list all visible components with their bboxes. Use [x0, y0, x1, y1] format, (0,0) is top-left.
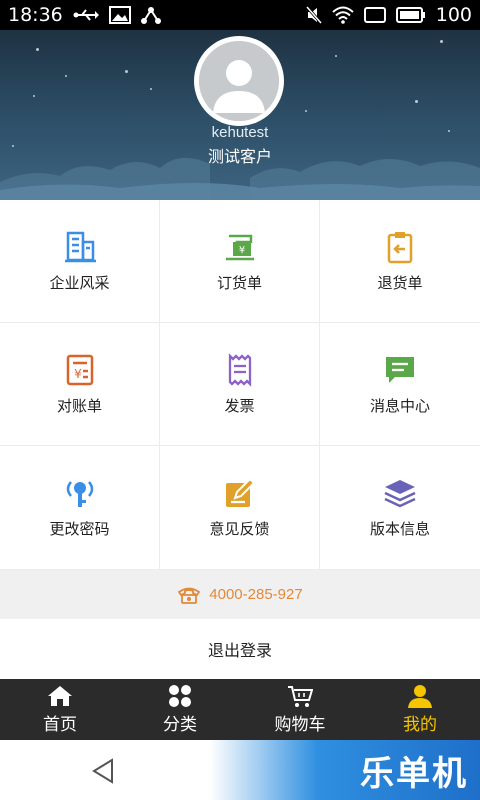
- menu-label: 更改密码: [49, 520, 110, 538]
- default-user-icon: [199, 41, 279, 121]
- nav-mine[interactable]: 我的: [360, 679, 480, 740]
- menu-item-messages[interactable]: 消息中心: [320, 323, 480, 446]
- menu-item-feedback[interactable]: 意见反馈: [160, 446, 320, 570]
- menu-item-invoice[interactable]: 发票: [160, 323, 320, 446]
- menu-item-change-password[interactable]: 更改密码: [0, 446, 160, 570]
- telephone-icon: [178, 587, 201, 604]
- battery-icon: [395, 7, 426, 23]
- menu-label: 订货单: [216, 273, 262, 292]
- avatar[interactable]: [194, 36, 284, 126]
- back-icon[interactable]: [88, 756, 118, 786]
- status-bar: 18:36 100: [0, 0, 480, 30]
- menu-label: 退货单: [377, 273, 423, 292]
- share-icon: [140, 6, 161, 24]
- menu-item-version[interactable]: 版本信息: [320, 446, 480, 570]
- clipboard-return-icon: [387, 231, 413, 263]
- profile-header: kehutest 测试客户: [0, 30, 480, 200]
- watermark-text: 乐单机: [360, 753, 468, 794]
- menu-label: 对账单: [56, 396, 102, 415]
- logout-button[interactable]: 退出登录: [0, 619, 480, 679]
- usb-icon: [73, 8, 99, 22]
- display-name: 测试客户: [207, 147, 272, 166]
- menu-item-order[interactable]: ¥ 订货单: [160, 200, 320, 323]
- menu-item-statement[interactable]: ¥ 对账单: [0, 323, 160, 446]
- menu-grid: 企业风采 ¥ 订货单 退货单 ¥ 对账单 发票 消息中心 更改密码 意见反馈 版…: [0, 200, 480, 570]
- battery-level: 100: [435, 4, 472, 26]
- logout-label: 退出登录: [207, 641, 272, 660]
- menu-label: 消息中心: [369, 396, 430, 415]
- nav-category[interactable]: 分类: [120, 679, 240, 740]
- menu-label: 发票: [224, 396, 255, 415]
- statement-icon: ¥: [66, 354, 93, 385]
- nav-label: 分类: [163, 715, 197, 735]
- edit-icon: [225, 477, 255, 507]
- username: kehutest: [211, 124, 269, 141]
- nav-cart[interactable]: 购物车: [240, 679, 360, 740]
- menu-item-company[interactable]: 企业风采: [0, 200, 160, 323]
- bottom-nav: 首页 分类 购物车 我的: [0, 679, 480, 740]
- status-time: 18:36: [8, 4, 63, 26]
- user-icon: [408, 685, 432, 708]
- menu-label: 意见反馈: [209, 520, 270, 538]
- wifi-icon: [332, 6, 354, 24]
- home-icon: [48, 686, 72, 706]
- contact-phone[interactable]: 4000-285-927: [0, 570, 480, 619]
- nav-label: 购物车: [274, 715, 326, 735]
- invoice-icon: [228, 352, 251, 387]
- menu-label: 版本信息: [369, 520, 430, 538]
- image-icon: [108, 6, 131, 24]
- nav-label: 首页: [43, 715, 77, 735]
- mute-icon: [305, 6, 322, 24]
- nav-home[interactable]: 首页: [0, 679, 120, 740]
- svg-text:¥: ¥: [74, 367, 82, 381]
- layers-icon: [384, 480, 416, 508]
- sim-icon: [363, 7, 386, 23]
- watermark-logo: 乐单机: [210, 740, 480, 800]
- key-icon: [66, 481, 93, 507]
- svg-text:¥: ¥: [238, 245, 244, 256]
- order-icon: ¥: [225, 234, 254, 260]
- menu-item-return[interactable]: 退货单: [320, 200, 480, 323]
- cart-icon: [288, 686, 313, 707]
- building-icon: [64, 231, 96, 262]
- phone-number: 4000-285-927: [209, 586, 303, 603]
- menu-label: 企业风采: [49, 273, 110, 292]
- system-nav-bar: 乐单机: [0, 740, 480, 800]
- nav-label: 我的: [403, 715, 437, 735]
- message-icon: [386, 356, 414, 383]
- grid-icon: [169, 685, 191, 707]
